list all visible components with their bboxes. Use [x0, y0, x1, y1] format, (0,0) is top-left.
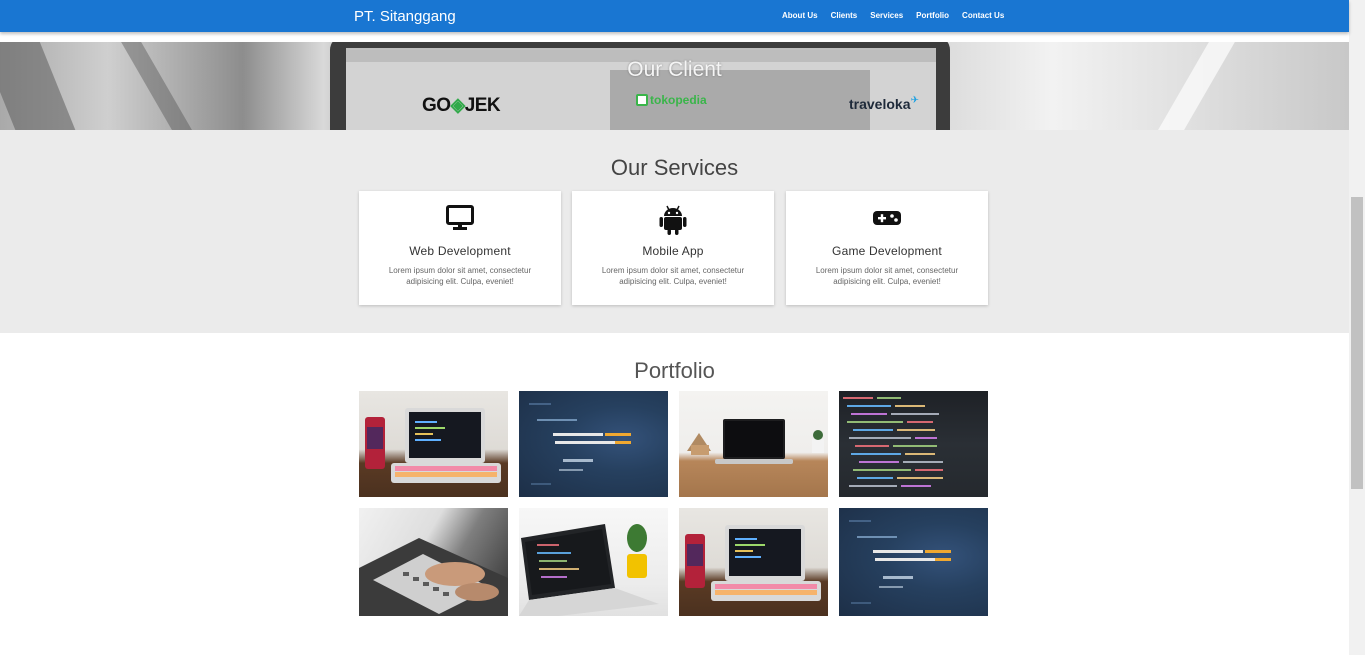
service-title: Mobile App — [642, 244, 704, 258]
service-description: Lorem ipsum dolor sit amet, consectetur … — [601, 266, 745, 286]
service-card-game-development: Game Development Lorem ipsum dolor sit a… — [786, 191, 988, 305]
clients-title: Our Client — [627, 58, 722, 81]
nav-link-about-us[interactable]: About Us — [782, 11, 818, 20]
service-title: Web Development — [409, 244, 511, 258]
portfolio-image-laptop-stickers[interactable] — [359, 391, 508, 497]
gamepad-icon — [786, 205, 988, 233]
tokopedia-logo-text: tokopedia — [650, 93, 707, 107]
clients-section: Our Client GO◈JEK tokopedia traveloka✈ — [0, 42, 1349, 130]
portfolio-image-laptop-desk[interactable] — [679, 391, 828, 497]
navbar: PT. Sitanggang About Us Clients Services… — [0, 0, 1349, 32]
bird-icon: ✈ — [910, 95, 919, 106]
nav-link-portfolio[interactable]: Portfolio — [916, 11, 949, 20]
service-title: Game Development — [832, 244, 942, 258]
services-section: Our Services Web Development Lorem ipsum… — [0, 130, 1349, 333]
portfolio-image-code-blue[interactable] — [839, 508, 988, 616]
gojek-logo-text: JEK — [464, 95, 501, 116]
services-title: Our Services — [610, 155, 739, 180]
portfolio-image-laptop-stickers[interactable] — [679, 508, 828, 616]
background-shape — [0, 42, 89, 130]
portfolio-title: Portfolio — [634, 358, 715, 383]
nav-menu: About Us Clients Services Portfolio Cont… — [782, 11, 1004, 20]
service-card-web-development: Web Development Lorem ipsum dolor sit am… — [359, 191, 561, 305]
service-card-mobile-app: Mobile App Lorem ipsum dolor sit amet, c… — [572, 191, 774, 305]
service-description: Lorem ipsum dolor sit amet, consectetur … — [815, 266, 959, 286]
shopping-bag-icon — [636, 94, 648, 106]
background-shape — [109, 42, 211, 130]
portfolio-image-code-blue[interactable] — [519, 391, 668, 497]
tokopedia-logo: tokopedia — [636, 93, 707, 107]
page-scrollbar-thumb[interactable] — [1351, 197, 1363, 489]
nav-link-clients[interactable]: Clients — [831, 11, 858, 20]
monitor-icon — [359, 205, 561, 233]
portfolio-image-typing[interactable] — [359, 508, 508, 616]
background-shape — [1139, 42, 1247, 130]
portfolio-image-laptop-plant[interactable] — [519, 508, 668, 616]
brand-link[interactable]: PT. Sitanggang — [354, 8, 456, 25]
portfolio-image-code-dark[interactable] — [839, 391, 988, 497]
service-description: Lorem ipsum dolor sit amet, consectetur … — [388, 266, 532, 286]
nav-link-services[interactable]: Services — [870, 11, 903, 20]
android-icon — [572, 205, 774, 235]
nav-link-contact-us[interactable]: Contact Us — [962, 11, 1004, 20]
gojek-logo-text: GO — [422, 95, 451, 116]
traveloka-logo: traveloka✈ — [849, 95, 919, 112]
gojek-mark-icon: ◈ — [450, 95, 466, 116]
gojek-logo: GO◈JEK — [422, 94, 501, 117]
traveloka-logo-text: traveloka — [849, 96, 911, 112]
